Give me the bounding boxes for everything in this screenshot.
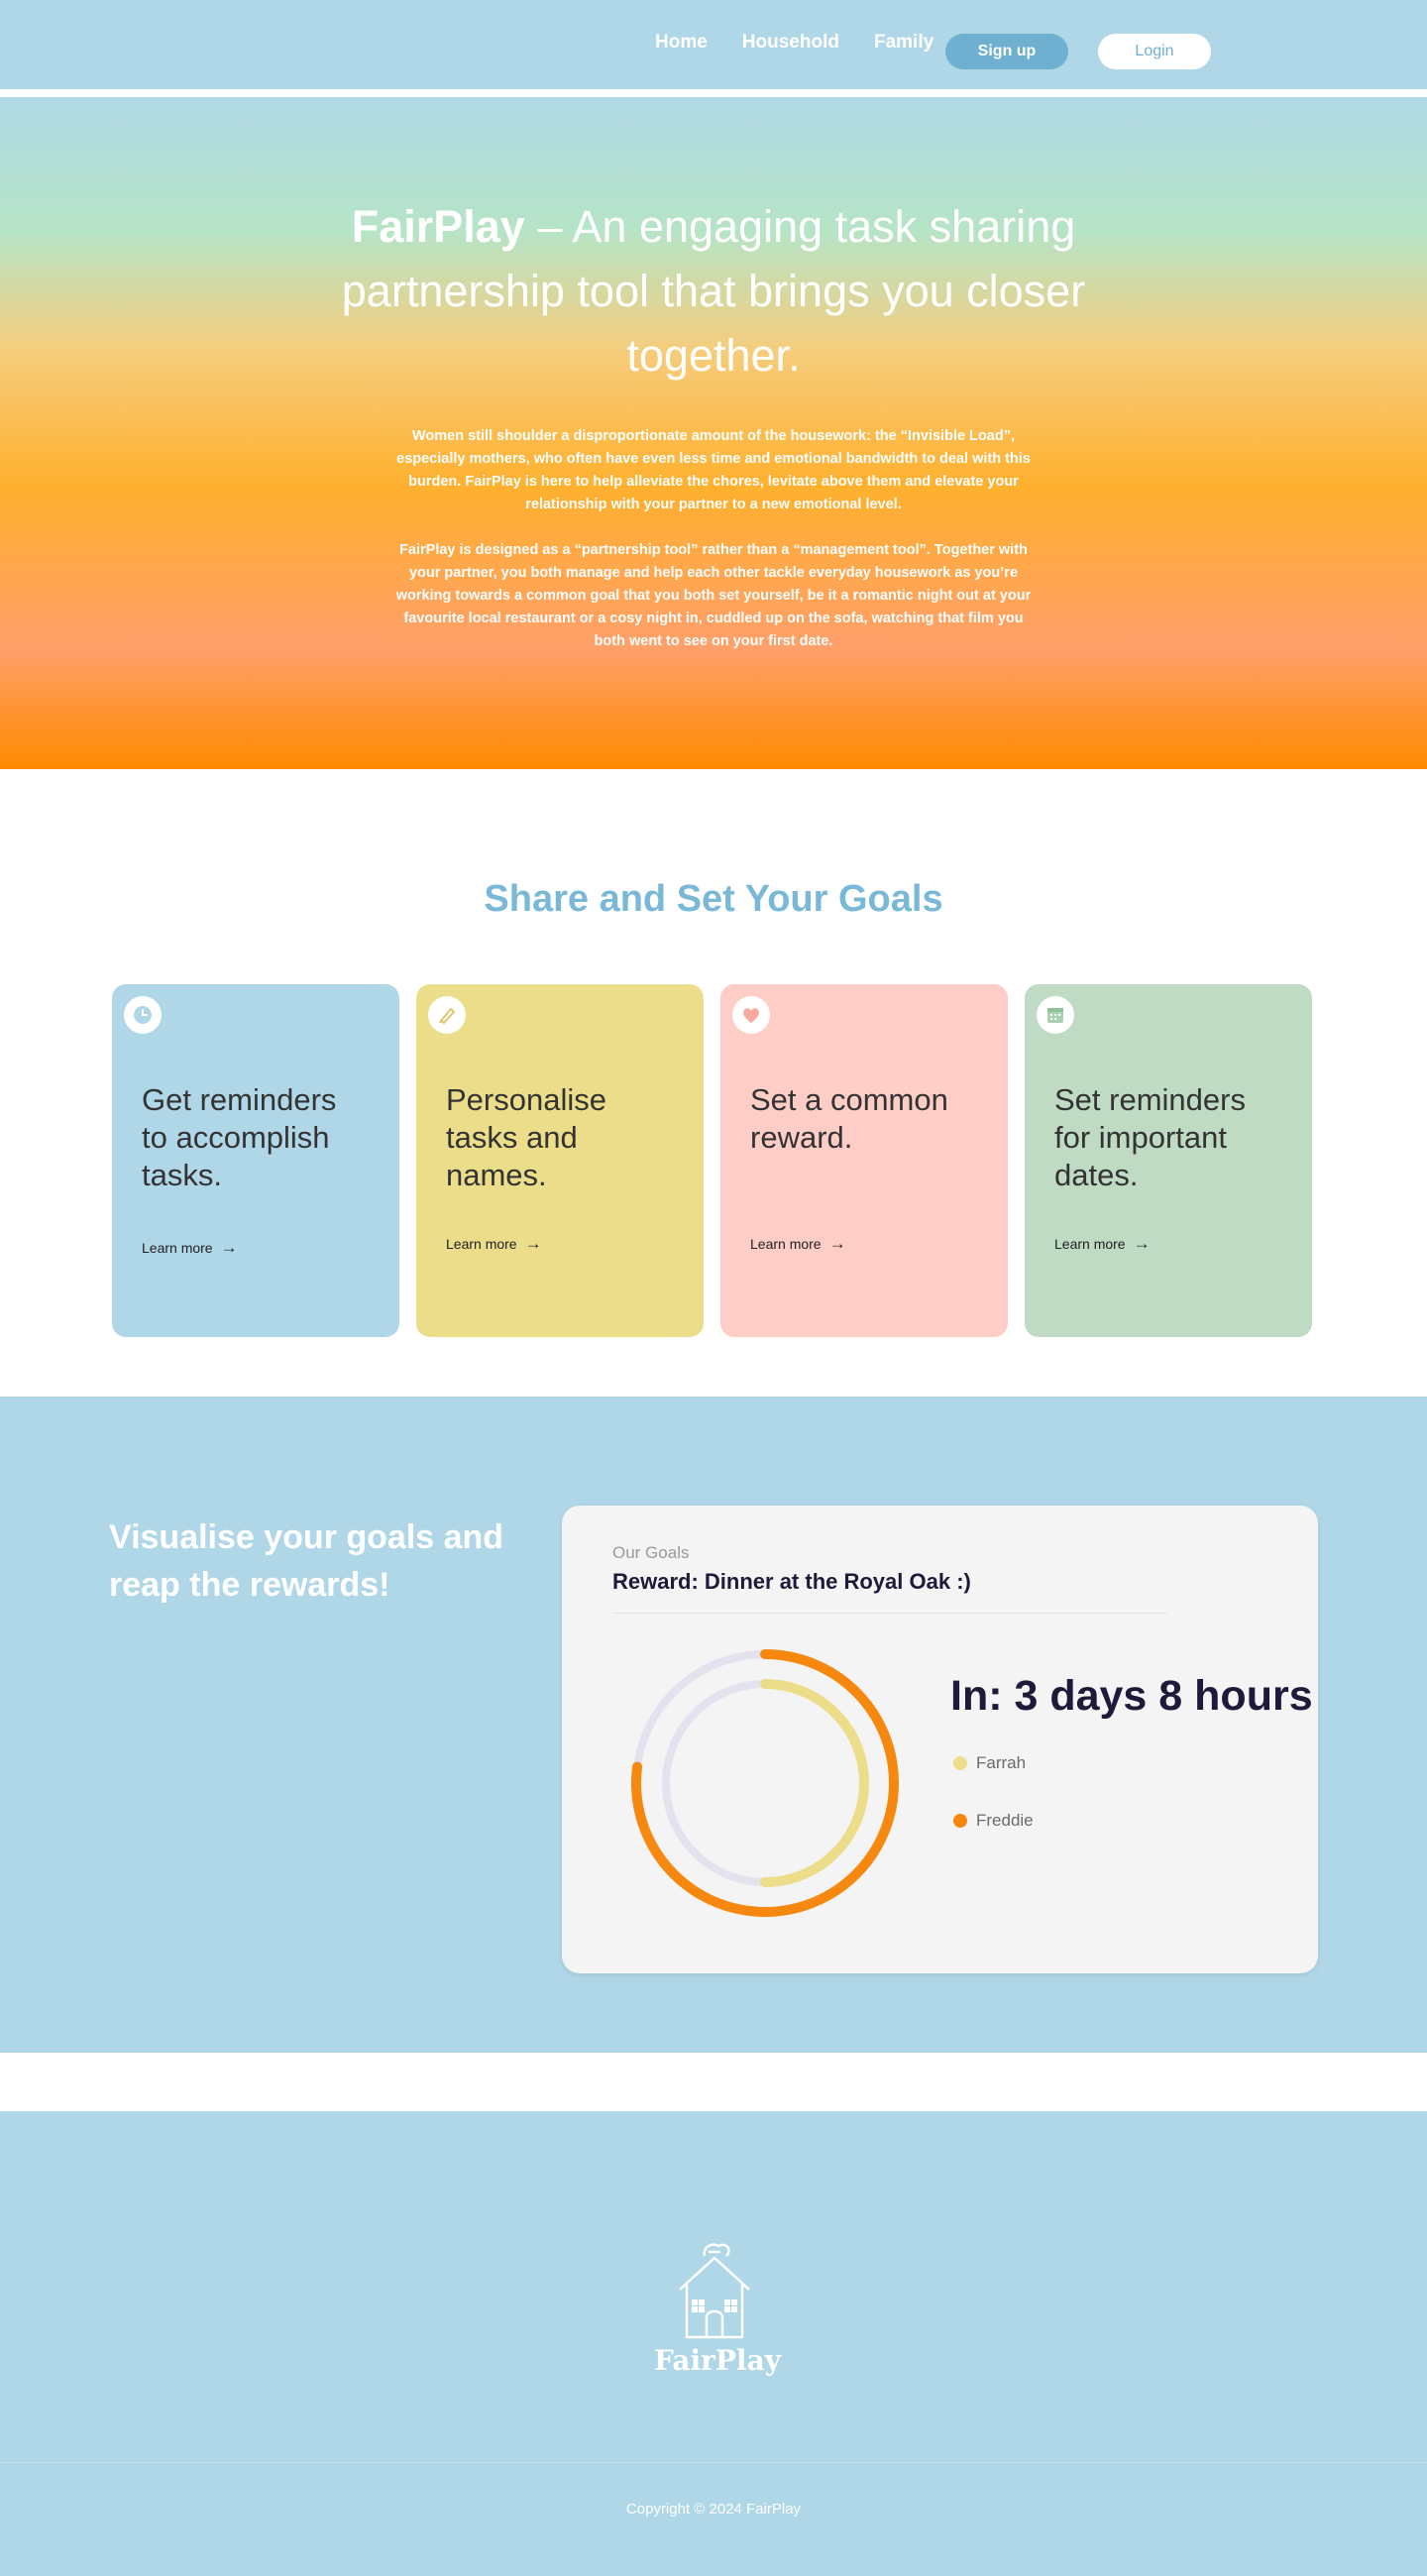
section-spacer <box>0 2053 1427 2111</box>
goals-section: Share and Set Your Goals Get reminders t… <box>0 769 1427 1397</box>
hero-headline: FairPlay – An engaging task sharing part… <box>317 194 1110 388</box>
footer-logo-text: FairPlay <box>654 2344 781 2377</box>
feature-card-dates: Set reminders for important dates. Learn… <box>1025 984 1312 1337</box>
hero-paragraph-2: FairPlay is designed as a “partnership t… <box>395 542 1032 649</box>
arrow-right-icon: → <box>1133 1234 1151 1253</box>
learn-more-label: Learn more <box>1054 1236 1126 1252</box>
arrow-right-icon: → <box>220 1238 238 1257</box>
goals-title: Share and Set Your Goals <box>484 878 943 920</box>
goal-progress-card: Our Goals Reward: Dinner at the Royal Oa… <box>562 1506 1318 1973</box>
feature-card-reward: Set a common reward. Learn more → <box>720 984 1008 1337</box>
legend-dot <box>953 1814 967 1828</box>
nav-link-family[interactable]: Family <box>874 32 933 54</box>
nav-link-household[interactable]: Household <box>742 32 839 54</box>
learn-more-link[interactable]: Learn more → <box>750 1234 846 1254</box>
heart-icon <box>732 996 770 1034</box>
learn-more-link[interactable]: Learn more → <box>446 1234 542 1254</box>
hero-paragraph-1: Women still shoulder a disproportionate … <box>396 428 1031 512</box>
hero-brand: FairPlay <box>351 201 525 252</box>
progress-rings <box>631 1649 899 1917</box>
learn-more-label: Learn more <box>446 1236 517 1252</box>
learn-more-label: Learn more <box>750 1236 822 1252</box>
card-title: Set reminders for important dates. <box>1054 1082 1246 1192</box>
top-nav: Home Household Family Sign up Login <box>0 0 1427 89</box>
learn-more-label: Learn more <box>142 1240 213 1256</box>
nav-links: Home Household Family <box>655 32 968 54</box>
footer: FairPlay Copyright © 2024 FairPlay <box>0 2111 1427 2576</box>
legend-label: Farrah <box>976 1753 1027 1772</box>
footer-divider <box>0 2462 1427 2463</box>
copyright-text: Copyright © 2024 FairPlay <box>625 2501 802 2518</box>
card-title: Personalise tasks and names. <box>446 1082 606 1192</box>
goal-countdown: In: 3 days 8 hours <box>950 1672 1313 1720</box>
footer-logo: FairPlay <box>654 2238 781 2377</box>
calendar-icon <box>1037 996 1074 1034</box>
card-title: Set a common reward. <box>750 1082 948 1155</box>
legend-label: Freddie <box>976 1811 1034 1830</box>
feature-card-personalise: Personalise tasks and names. Learn more → <box>416 984 704 1337</box>
visualise-section: Visualise your goals and reap the reward… <box>0 1397 1427 2053</box>
goal-reward: Reward: Dinner at the Royal Oak :) <box>612 1569 971 1594</box>
nav-divider <box>0 89 1427 97</box>
login-button[interactable]: Login <box>1098 34 1211 69</box>
pen-icon <box>428 996 466 1034</box>
nav-link-home[interactable]: Home <box>655 32 708 54</box>
legend-dot <box>953 1756 967 1770</box>
visualise-heading: Visualise your goals and reap the reward… <box>109 1518 504 1604</box>
clock-icon <box>124 996 162 1034</box>
hero-section: FairPlay – An engaging task sharing part… <box>0 97 1427 769</box>
legend-item-freddie: Freddie <box>953 1811 1034 1831</box>
feature-card-reminders: Get reminders to accomplish tasks. Learn… <box>112 984 399 1337</box>
house-logo-icon <box>679 2243 750 2339</box>
goal-card-divider <box>612 1613 1167 1614</box>
signup-button[interactable]: Sign up <box>945 34 1068 69</box>
goal-card-label: Our Goals <box>612 1543 690 1562</box>
arrow-right-icon: → <box>524 1234 542 1253</box>
card-title: Get reminders to accomplish tasks. <box>142 1082 337 1192</box>
learn-more-link[interactable]: Learn more → <box>1054 1234 1151 1254</box>
learn-more-link[interactable]: Learn more → <box>142 1238 238 1258</box>
arrow-right-icon: → <box>828 1234 846 1253</box>
legend-item-farrah: Farrah <box>953 1753 1026 1773</box>
